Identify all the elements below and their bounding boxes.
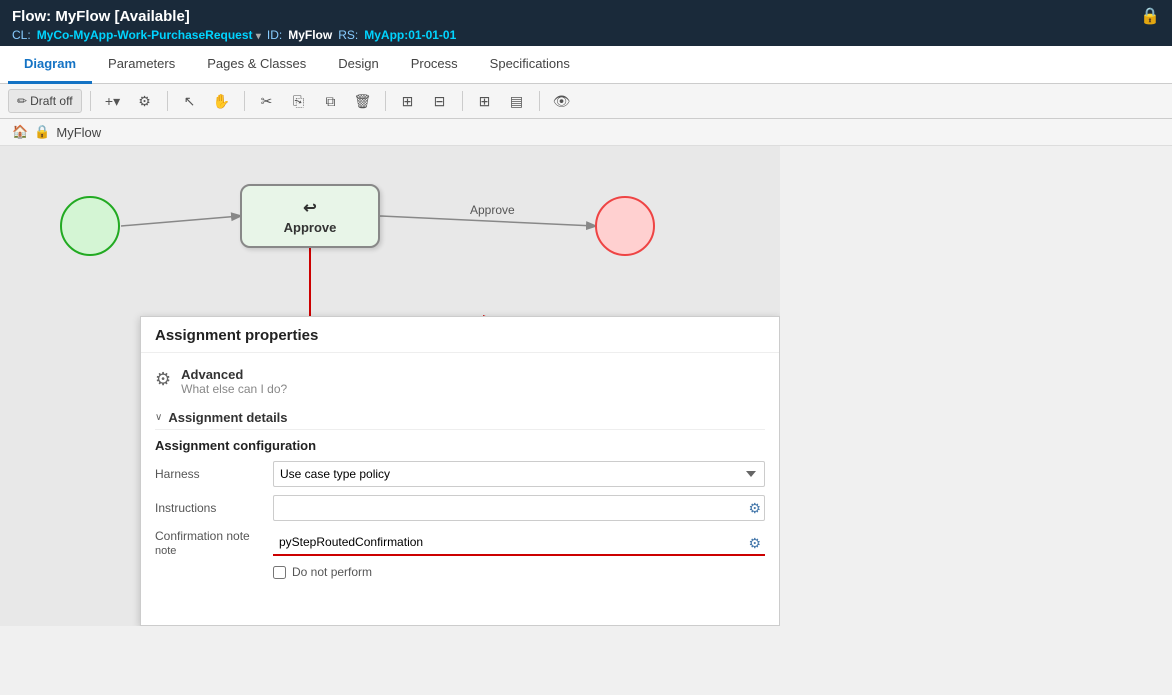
draft-off-label: Draft off (30, 94, 72, 108)
id-label: ID: (267, 28, 282, 42)
tab-pages-classes[interactable]: Pages & Classes (191, 46, 322, 84)
assignment-node[interactable]: ↩ Approve (240, 184, 380, 248)
section-title: Assignment details (168, 410, 287, 425)
duplicate-button[interactable]: ⧉ (317, 88, 345, 114)
hand-tool-button[interactable]: ✋ (208, 88, 236, 114)
flow-title: Flow: MyFlow [Available] (12, 8, 190, 25)
tab-bar: Diagram Parameters Pages & Classes Desig… (0, 46, 1172, 84)
home-icon[interactable]: 🏠 (12, 124, 28, 140)
toolbar-sep-4 (385, 91, 386, 111)
confirmation-field-wrapper: ⚙ (273, 530, 765, 556)
toolbar-sep-2 (167, 91, 168, 111)
settings-button[interactable]: ⚙ (131, 88, 159, 114)
delete-icon: 🗑 (354, 93, 372, 110)
tab-specifications[interactable]: Specifications (474, 46, 586, 84)
delete-button[interactable]: 🗑 (349, 88, 377, 114)
lock-icon: 🔒 (1140, 6, 1160, 26)
harness-select[interactable]: Use case type policy (273, 461, 765, 487)
do-not-perform-row: Do not perform (273, 565, 765, 579)
do-not-perform-checkbox[interactable] (273, 566, 286, 579)
breadcrumb-lock-icon: 🔒 (34, 124, 50, 140)
tab-design[interactable]: Design (322, 46, 394, 84)
draft-off-icon: ✏ (17, 94, 27, 108)
add-button[interactable]: +▾ (99, 88, 127, 114)
advanced-subtitle: What else can I do? (181, 382, 287, 396)
id-value: MyFlow (288, 28, 332, 42)
instructions-gear-icon[interactable]: ⚙ (748, 500, 761, 517)
cl-value: MyCo-MyApp-Work-PurchaseRequest ▾ (37, 28, 261, 42)
eye-icon: 👁 (553, 93, 571, 110)
confirmation-label-note: note (155, 545, 176, 557)
align-v-button[interactable]: ⊟ (426, 88, 454, 114)
cut-icon: ✂ (261, 93, 273, 110)
tab-parameters[interactable]: Parameters (92, 46, 191, 84)
select-icon: ↖ (184, 93, 196, 110)
diagram-canvas[interactable]: Approve ↩ Approve Assignment properties … (0, 146, 780, 626)
advanced-title: Advanced (181, 367, 287, 382)
subsection-title: Assignment configuration (155, 438, 765, 453)
header-title-row: Flow: MyFlow [Available] 🔒 (12, 6, 1160, 26)
end-node[interactable] (595, 196, 655, 256)
toolbar-sep-3 (244, 91, 245, 111)
do-not-perform-label: Do not perform (292, 565, 372, 579)
breadcrumb-flow-name: MyFlow (56, 125, 101, 140)
draft-off-button[interactable]: ✏ Draft off (8, 89, 82, 113)
toolbar-sep-6 (539, 91, 540, 111)
harness-row: Harness Use case type policy (155, 461, 765, 487)
cut-button[interactable]: ✂ (253, 88, 281, 114)
properties-panel: Assignment properties ⚙ Advanced What el… (140, 316, 780, 626)
rs-value: MyApp:01-01-01 (364, 28, 456, 42)
align-h-icon: ⊞ (402, 93, 414, 110)
tab-process[interactable]: Process (395, 46, 474, 84)
diagram-toolbar: ✏ Draft off +▾ ⚙ ↖ ✋ ✂ ⎘ ⧉ 🗑 ⊞ ⊟ ⊞ ▤ 👁 (0, 84, 1172, 119)
confirmation-note-row: Confirmation note note ⚙ (155, 529, 765, 557)
advanced-section-icon: ⚙ (155, 369, 171, 390)
table-button[interactable]: ▤ (503, 88, 531, 114)
cl-label: CL: (12, 28, 31, 42)
tab-diagram[interactable]: Diagram (8, 46, 92, 84)
hand-icon: ✋ (213, 93, 230, 110)
align-v-icon: ⊟ (434, 93, 446, 110)
toolbar-sep-1 (90, 91, 91, 111)
harness-label: Harness (155, 467, 265, 481)
header-subtitle-row: CL: MyCo-MyApp-Work-PurchaseRequest ▾ ID… (12, 28, 1160, 42)
cl-dropdown-arrow[interactable]: ▾ (256, 31, 261, 42)
copy-button[interactable]: ⎘ (285, 88, 313, 114)
advanced-section: ⚙ Advanced What else can I do? (155, 363, 765, 406)
main-area: Approve ↩ Approve Assignment properties … (0, 146, 1172, 626)
app-header: Flow: MyFlow [Available] 🔒 CL: MyCo-MyAp… (0, 0, 1172, 46)
confirmation-input[interactable] (273, 530, 765, 556)
preview-button[interactable]: 👁 (548, 88, 576, 114)
instructions-input[interactable] (273, 495, 765, 521)
harness-field-wrapper: Use case type policy (273, 461, 765, 487)
breadcrumb: 🏠 🔒 MyFlow (0, 119, 1172, 146)
assignment-node-label: Approve (284, 220, 337, 235)
rs-label: RS: (338, 28, 358, 42)
properties-panel-title: Assignment properties (141, 317, 779, 353)
section-chevron: ∨ (155, 412, 162, 423)
start-node[interactable] (60, 196, 120, 256)
properties-content: ⚙ Advanced What else can I do? ∨ Assignm… (141, 353, 779, 589)
grid-icon: ⊞ (479, 93, 491, 110)
assignment-node-icon: ↩ (303, 198, 316, 218)
add-icon: +▾ (105, 93, 120, 110)
assignment-details-section-header[interactable]: ∨ Assignment details (155, 406, 765, 430)
instructions-label: Instructions (155, 501, 265, 515)
confirmation-label: Confirmation note note (155, 529, 265, 557)
select-tool-button[interactable]: ↖ (176, 88, 204, 114)
align-h-button[interactable]: ⊞ (394, 88, 422, 114)
copy-icon: ⎘ (293, 93, 304, 110)
duplicate-icon: ⧉ (326, 93, 336, 110)
toolbar-sep-5 (462, 91, 463, 111)
instructions-field-wrapper: ⚙ (273, 495, 765, 521)
settings-icon: ⚙ (138, 93, 151, 110)
svg-text:Approve: Approve (470, 203, 515, 217)
instructions-row: Instructions ⚙ (155, 495, 765, 521)
confirmation-gear-icon[interactable]: ⚙ (748, 535, 761, 552)
grid-button[interactable]: ⊞ (471, 88, 499, 114)
advanced-text-block: Advanced What else can I do? (181, 367, 287, 396)
table-icon: ▤ (510, 93, 523, 110)
